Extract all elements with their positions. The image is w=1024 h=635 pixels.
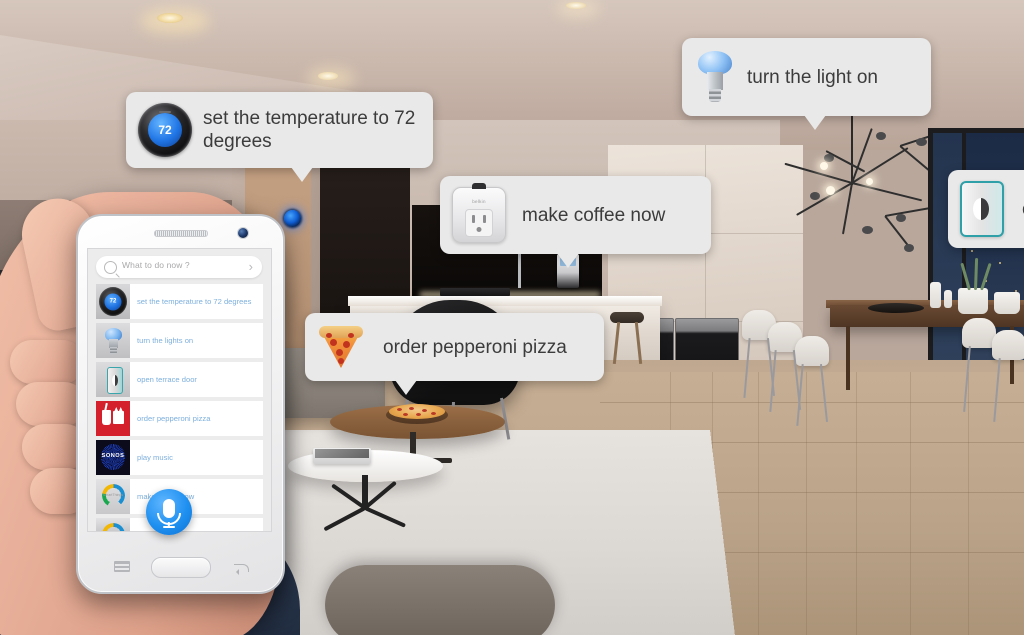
phone-screen[interactable]: What to do now ? › set the temperature t…	[87, 248, 272, 532]
list-item[interactable]: order pepperoni pizza	[96, 401, 263, 436]
smartthings-icon	[96, 518, 130, 531]
dining-chair	[962, 318, 996, 348]
smart-door-lock-icon	[960, 181, 1004, 237]
bubble-tail	[291, 167, 313, 182]
philips-hue-bulb-icon	[96, 323, 130, 358]
bubble-tail	[557, 253, 579, 268]
bubble-light[interactable]: turn the light on	[682, 38, 931, 130]
menu-softkey[interactable]	[114, 561, 130, 572]
finger	[10, 340, 84, 384]
cooktop	[440, 288, 510, 296]
dining-chair	[795, 336, 829, 366]
search-icon	[104, 261, 117, 274]
front-camera-icon	[238, 228, 248, 238]
smart-door-lock-icon	[96, 362, 130, 397]
list-item[interactable]: SONOS play music	[96, 440, 263, 475]
bubble-tail	[804, 115, 826, 130]
list-item-label: turn the lights on	[137, 335, 194, 345]
bubble-pizza[interactable]: order pepperoni pizza	[305, 313, 604, 395]
screenshot-scene: What to do now ? › set the temperature t…	[0, 0, 1024, 635]
bubble-thermostat[interactable]: 72 set the temperature to 72 degrees	[126, 92, 433, 182]
thermostat-value: 72	[158, 123, 172, 137]
nest-thermostat-icon: 72	[138, 103, 192, 157]
list-item-label: order pepperoni pizza	[137, 413, 211, 423]
wemo-smart-plug-icon: belkin	[452, 183, 506, 243]
list-item-label: play music	[137, 452, 173, 462]
downlight-icon	[157, 13, 183, 23]
pizza-on-table	[389, 404, 445, 419]
kitchen-island-top	[348, 296, 662, 306]
sonos-icon: SONOS	[96, 440, 130, 475]
dining-chair	[992, 330, 1024, 360]
philips-hue-bulb-icon	[694, 49, 736, 105]
vase	[944, 290, 952, 308]
search-input[interactable]: What to do now ? ›	[96, 256, 262, 278]
vase	[930, 282, 941, 308]
downlight-icon	[318, 72, 338, 80]
list-item[interactable]: turn the lights on	[96, 323, 263, 358]
books	[313, 448, 371, 464]
chevron-right-icon[interactable]: ›	[249, 259, 253, 275]
bubble-text: turn the light on	[747, 66, 878, 88]
earpiece-speaker	[153, 230, 208, 237]
chandelier-stem	[851, 105, 853, 185]
serving-bowl	[868, 303, 924, 313]
smartthings-icon: SmartThings	[96, 479, 130, 514]
bubble-coffee[interactable]: belkin make coffee now	[440, 176, 711, 268]
nest-thermostat-icon	[96, 284, 130, 319]
smartphone[interactable]: What to do now ? › set the temperature t…	[76, 214, 285, 594]
list-item[interactable]: set the temperature to 72 degrees	[96, 284, 263, 319]
faucet	[518, 248, 536, 288]
smart-sensor-light-icon	[284, 210, 301, 227]
bubble-text: set the temperature to 72 degrees	[203, 108, 416, 152]
list-item[interactable]: open terrace door	[96, 362, 263, 397]
bubble-text: make coffee now	[522, 204, 666, 226]
home-button[interactable]	[150, 557, 211, 578]
ottoman	[325, 565, 555, 635]
smartthings-brand-label: SmartThings	[102, 493, 124, 497]
bubble-door[interactable]: o	[948, 170, 1024, 248]
bubble-text: order pepperoni pizza	[383, 336, 567, 358]
plug-brand-label: belkin	[472, 199, 486, 204]
sonos-brand-label: SONOS	[101, 453, 125, 459]
list-item-label: set the temperature to 72 degrees	[137, 296, 252, 306]
list-item-label: open terrace door	[137, 374, 197, 384]
downlight-icon	[566, 2, 586, 9]
back-softkey[interactable]	[234, 564, 249, 575]
food-delivery-icon	[96, 401, 130, 436]
microphone-icon[interactable]	[146, 489, 192, 535]
table-leg	[846, 326, 850, 390]
pizza-slice-icon	[317, 324, 365, 370]
bubble-tail	[395, 380, 417, 395]
plant-pot	[994, 292, 1020, 314]
search-placeholder: What to do now ?	[122, 260, 190, 270]
window-frame	[928, 128, 1024, 133]
plant-pot	[958, 288, 988, 314]
bar-stool	[610, 312, 644, 323]
